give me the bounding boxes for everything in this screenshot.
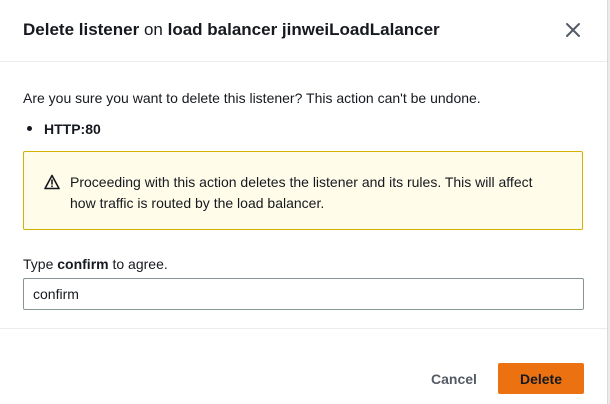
cancel-button[interactable]: Cancel — [416, 363, 492, 395]
confirm-keyword: confirm — [57, 256, 109, 272]
delete-listener-dialog: Delete listener on load balancer jinweiL… — [0, 0, 608, 404]
confirm-input[interactable] — [23, 278, 584, 310]
delete-button[interactable]: Delete — [498, 363, 584, 394]
dialog-footer: Cancel Delete — [0, 328, 607, 404]
confirm-label-suffix: to agree. — [108, 256, 168, 272]
listener-list-item: HTTP:80 — [23, 120, 101, 138]
dialog-title: Delete listener on load balancer jinweiL… — [23, 19, 440, 41]
confirmation-question: Are you sure you want to delete this lis… — [23, 90, 481, 106]
confirm-label-prefix: Type — [23, 256, 58, 272]
title-action: Delete listener — [23, 20, 140, 39]
title-target: load balancer jinweiLoadLalancer — [167, 20, 440, 39]
close-button[interactable] — [562, 19, 584, 41]
warning-text: Proceeding with this action deletes the … — [70, 174, 533, 211]
close-icon — [566, 23, 580, 37]
bullet — [27, 126, 32, 132]
dialog-header: Delete listener on load balancer jinweiL… — [0, 0, 607, 62]
warning-icon — [44, 174, 60, 190]
confirm-label: Type confirm to agree. — [23, 255, 168, 273]
warning-alert: Proceeding with this action deletes the … — [23, 151, 583, 230]
listener-name: HTTP:80 — [44, 121, 101, 137]
title-connector: on — [139, 20, 168, 39]
